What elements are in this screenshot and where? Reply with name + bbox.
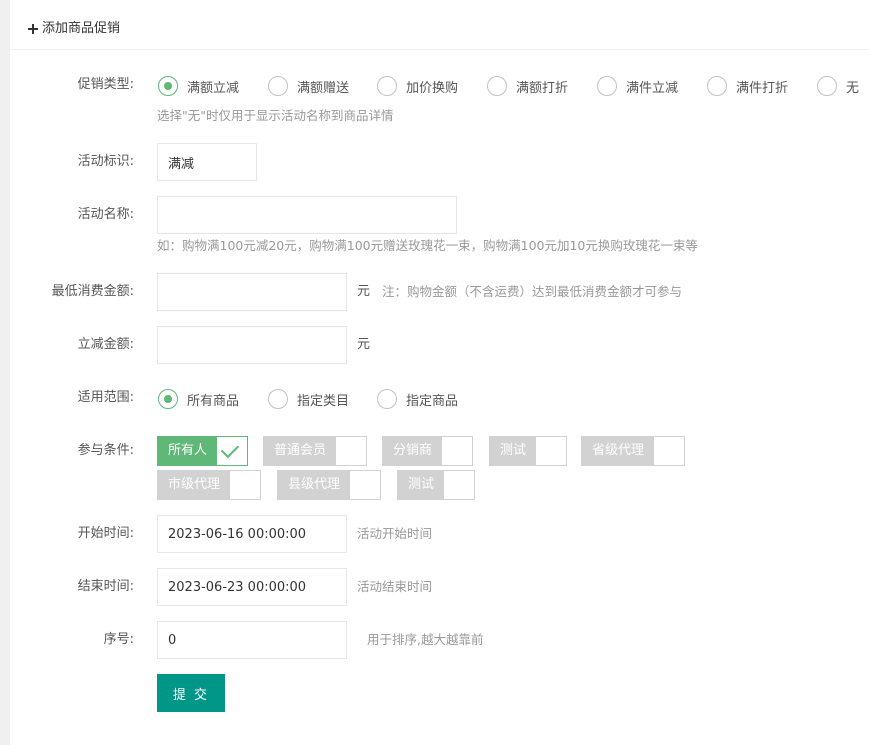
checkbox-condition-7[interactable]: 测试	[397, 470, 476, 500]
checkbox-label: 测试	[490, 437, 537, 465]
check-icon	[230, 471, 260, 499]
radio-label: 满额赠送	[297, 80, 350, 96]
radio-circle-icon	[377, 76, 397, 96]
check-icon	[442, 437, 472, 465]
promo-type-hint: 选择"无"时仅用于显示活动名称到商品详情	[157, 108, 394, 123]
radio-scope-category[interactable]: 指定类目	[268, 389, 349, 409]
radio-label: 加价换购	[406, 80, 459, 96]
min-amount-unit: 元	[357, 284, 371, 299]
checkbox-condition-2[interactable]: 分销商	[382, 436, 474, 466]
min-amount-input[interactable]	[157, 273, 347, 311]
activity-tag-label: 活动标识:	[77, 154, 134, 169]
checkbox-label: 市级代理	[158, 471, 231, 499]
radio-label: 无	[846, 80, 860, 96]
sort-hint: 用于排序,越大越靠前	[367, 632, 484, 647]
checkbox-label: 省级代理	[582, 437, 655, 465]
panel-title: 添加商品促销	[28, 20, 120, 38]
panel-title-text: 添加商品促销	[42, 21, 121, 36]
checkbox-condition-1[interactable]: 普通会员	[263, 436, 368, 466]
checkbox-label: 所有人	[158, 437, 218, 465]
submit-button[interactable]: 提 交	[157, 674, 225, 712]
radio-promo-type-5[interactable]: 满件打折	[707, 76, 788, 96]
radio-circle-icon	[268, 389, 288, 409]
radio-circle-icon	[268, 76, 288, 96]
checkbox-condition-5[interactable]: 市级代理	[157, 470, 262, 500]
sort-label: 序号:	[103, 632, 134, 647]
checkbox-label: 县级代理	[278, 471, 351, 499]
check-icon	[217, 437, 247, 465]
start-time-hint: 活动开始时间	[357, 526, 433, 541]
checkbox-condition-3[interactable]: 测试	[489, 436, 568, 466]
radio-circle-icon	[707, 76, 727, 96]
check-icon	[350, 471, 380, 499]
check-icon	[654, 437, 684, 465]
radio-label: 满额立减	[187, 80, 240, 96]
discount-amount-input[interactable]	[157, 326, 347, 364]
radio-promo-type-4[interactable]: 满件立减	[597, 76, 678, 96]
checkbox-label: 测试	[398, 471, 445, 499]
checkbox-label: 分销商	[383, 437, 443, 465]
end-time-label: 结束时间:	[77, 579, 134, 594]
check-icon	[536, 437, 566, 465]
radio-circle-icon	[817, 76, 837, 96]
check-icon	[444, 471, 474, 499]
plus-icon	[28, 24, 38, 34]
conditions-label: 参与条件:	[77, 443, 134, 458]
radio-circle-icon	[597, 76, 617, 96]
radio-scope-product[interactable]: 指定商品	[377, 389, 458, 409]
radio-label: 指定商品	[406, 393, 459, 409]
discount-amount-label: 立减金额:	[77, 337, 134, 352]
checkbox-condition-6[interactable]: 县级代理	[277, 470, 382, 500]
radio-circle-icon	[158, 389, 178, 409]
start-time-input[interactable]	[157, 515, 347, 553]
radio-promo-type-3[interactable]: 满额打折	[487, 76, 568, 96]
radio-label: 满件立减	[626, 80, 679, 96]
form-panel: 添加商品促销 促销类型: 满额立减 满额赠送 加价换购 满额打折 满件立减 满件…	[10, 0, 869, 745]
activity-name-input[interactable]	[157, 196, 457, 234]
radio-scope-all[interactable]: 所有商品	[158, 389, 239, 409]
checkbox-label: 普通会员	[264, 437, 337, 465]
radio-circle-icon	[377, 389, 397, 409]
radio-circle-icon	[158, 76, 178, 96]
radio-promo-type-6[interactable]: 无	[817, 76, 859, 96]
promo-type-label: 促销类型:	[77, 77, 134, 92]
panel-header: 添加商品促销	[10, 0, 869, 50]
activity-tag-input[interactable]	[157, 143, 257, 181]
end-time-hint: 活动结束时间	[357, 579, 433, 594]
radio-label: 满件打折	[736, 80, 789, 96]
checkbox-condition-0[interactable]: 所有人	[157, 436, 249, 466]
radio-label: 指定类目	[297, 393, 350, 409]
end-time-input[interactable]	[157, 568, 347, 606]
check-icon	[336, 437, 366, 465]
sort-input[interactable]	[157, 621, 347, 659]
discount-amount-unit: 元	[357, 337, 371, 352]
radio-label: 所有商品	[187, 393, 240, 409]
checkbox-condition-4[interactable]: 省级代理	[581, 436, 686, 466]
scope-label: 适用范围:	[77, 390, 134, 405]
radio-label: 满额打折	[516, 80, 569, 96]
radio-promo-type-0[interactable]: 满额立减	[158, 76, 239, 96]
activity-name-label: 活动名称:	[77, 207, 134, 222]
activity-name-hint: 如：购物满100元减20元，购物满100元赠送玫瑰花一束，购物满100元加10元…	[157, 238, 698, 253]
radio-circle-icon	[487, 76, 507, 96]
radio-promo-type-1[interactable]: 满额赠送	[268, 76, 349, 96]
min-amount-label: 最低消费金额:	[51, 284, 134, 299]
start-time-label: 开始时间:	[77, 526, 134, 541]
radio-promo-type-2[interactable]: 加价换购	[377, 76, 458, 96]
min-amount-hint: 注：购物金额（不含运费）达到最低消费金额才可参与	[382, 284, 683, 299]
